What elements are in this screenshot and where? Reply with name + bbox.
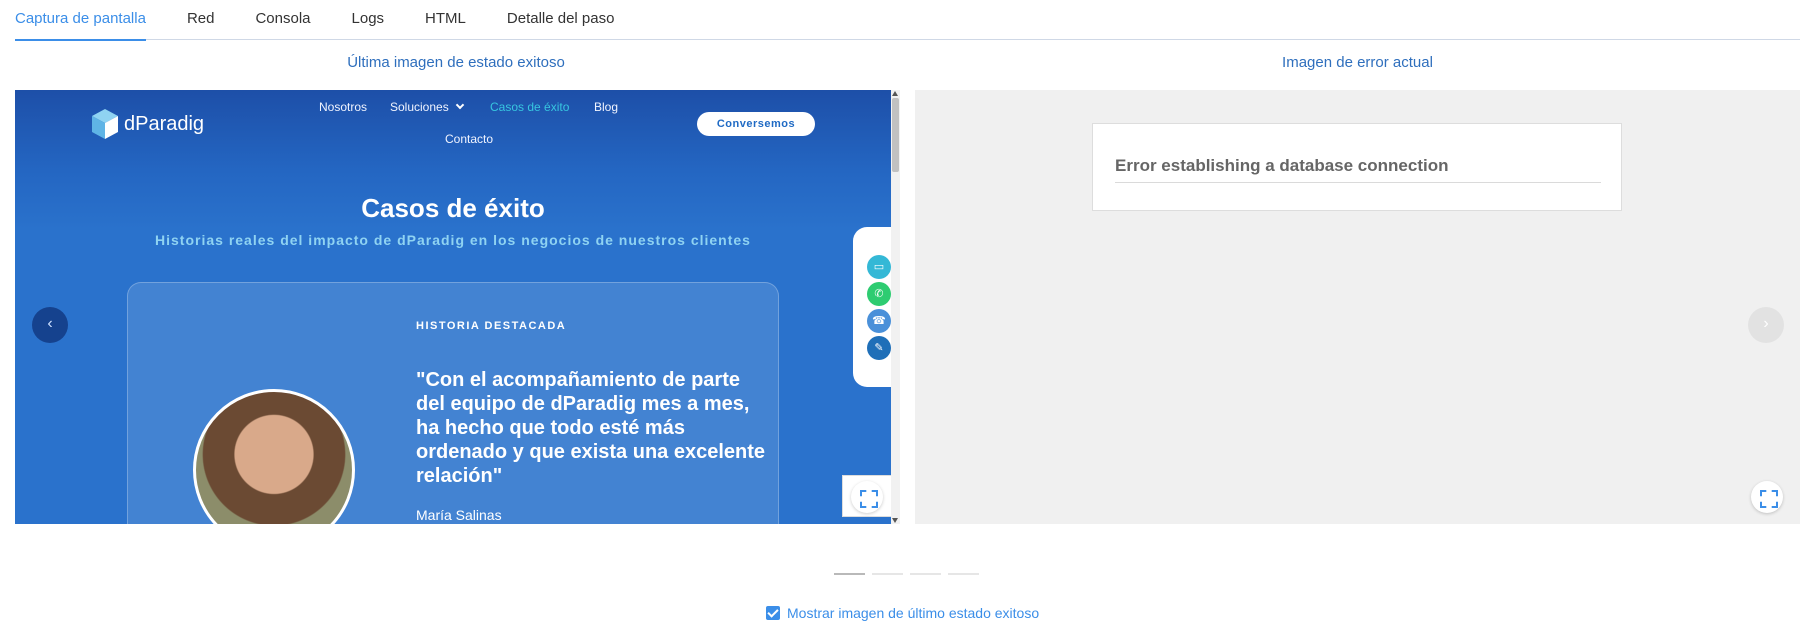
scroll-down-icon[interactable] xyxy=(892,518,898,523)
testimonial-author: María Salinas xyxy=(416,507,502,523)
hero-subtitle: Historias reales del impacto de dParadig… xyxy=(155,232,751,248)
tab-detalle[interactable]: Detalle del paso xyxy=(507,0,615,40)
carousel-next-button[interactable]: › xyxy=(1748,307,1784,343)
last-success-title: Última imagen de estado exitoso xyxy=(347,54,565,71)
scroll-up-icon[interactable] xyxy=(892,91,898,96)
expand-left-button[interactable] xyxy=(851,481,883,513)
edit-icon[interactable]: ✎ xyxy=(867,336,891,360)
carousel-dot[interactable] xyxy=(948,573,979,575)
nav-nosotros[interactable]: Nosotros xyxy=(319,100,367,114)
chevron-right-icon: › xyxy=(1763,315,1769,332)
card-label: HISTORIA DESTACADA xyxy=(416,320,567,332)
nav-contacto[interactable]: Contacto xyxy=(445,132,493,146)
toggle-label[interactable]: Mostrar imagen de último estado exitoso xyxy=(787,605,1039,621)
carousel-dot[interactable] xyxy=(872,573,903,575)
carousel-dot[interactable] xyxy=(834,573,865,575)
checkbox-checked-icon[interactable] xyxy=(766,606,780,620)
site-logo: dParadig xyxy=(90,107,204,141)
last-success-screenshot: dParadig Nosotros Soluciones Casos de éx… xyxy=(15,90,891,524)
current-error-screenshot: Error establishing a database connection… xyxy=(915,90,1800,524)
tab-red[interactable]: Red xyxy=(187,0,215,40)
tab-captura[interactable]: Captura de pantalla xyxy=(15,0,146,41)
chevron-down-icon xyxy=(455,100,464,110)
tab-html[interactable]: HTML xyxy=(425,0,466,40)
scroll-thumb[interactable] xyxy=(892,98,899,172)
whatsapp-icon[interactable]: ✆ xyxy=(867,282,891,306)
dparadig-logo-icon xyxy=(92,109,118,139)
left-panel-scrollbar[interactable] xyxy=(891,90,900,524)
video-call-icon[interactable]: ▭ xyxy=(867,255,891,279)
current-error-title: Imagen de error actual xyxy=(1282,54,1433,71)
carousel-prev-button[interactable]: ‹ xyxy=(32,307,68,343)
carousel-dots xyxy=(834,573,979,575)
show-last-success-toggle[interactable]: Mostrar imagen de último estado exitoso xyxy=(766,605,1039,621)
phone-icon[interactable]: ☎ xyxy=(867,309,891,333)
tab-consola[interactable]: Consola xyxy=(255,0,310,40)
nav-soluciones-label: Soluciones xyxy=(390,100,449,114)
nav-blog[interactable]: Blog xyxy=(594,100,618,114)
hero-title: Casos de éxito xyxy=(361,193,545,223)
carousel-dot[interactable] xyxy=(910,573,941,575)
chevron-left-icon: ‹ xyxy=(47,315,53,332)
tab-bar: Captura de pantalla Red Consola Logs HTM… xyxy=(15,0,1800,41)
conversemos-button[interactable]: Conversemos xyxy=(697,112,815,136)
expand-right-button[interactable] xyxy=(1751,481,1783,513)
error-message: Error establishing a database connection xyxy=(1115,156,1601,183)
logo-text: dParadig xyxy=(124,112,205,135)
error-box: Error establishing a database connection xyxy=(1092,123,1622,211)
nav-casos[interactable]: Casos de éxito xyxy=(490,100,569,114)
tab-logs[interactable]: Logs xyxy=(352,0,385,40)
testimonial-quote: "Con el acompañamiento de parte del equi… xyxy=(416,369,766,487)
contact-float-bar: ▭ ✆ ☎ ✎ xyxy=(853,227,891,387)
nav-soluciones[interactable]: Soluciones xyxy=(390,100,464,114)
